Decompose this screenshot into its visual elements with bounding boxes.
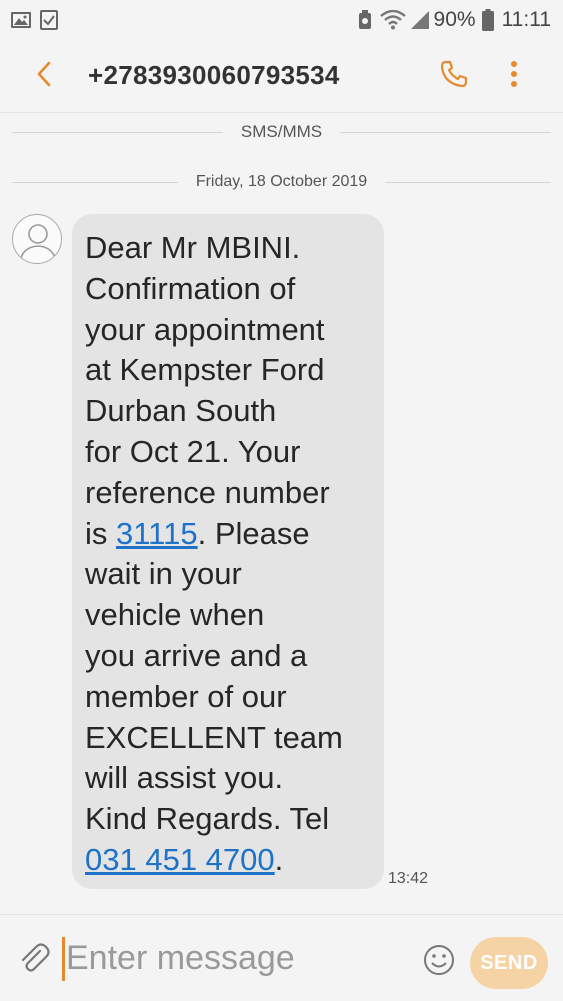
message-text: Dear Mr MBINI. Confirmation of your appo…	[85, 228, 374, 881]
channel-divider: SMS/MMS	[12, 120, 552, 144]
person-icon	[19, 224, 57, 262]
message-time: 13:42	[388, 870, 429, 887]
message-composer: SEND	[0, 914, 563, 1001]
signal-icon	[410, 10, 430, 30]
checklist-icon	[40, 10, 58, 30]
alarm-icon	[356, 9, 374, 31]
status-right: 90% 11:11	[356, 8, 551, 32]
wifi-icon	[379, 10, 406, 30]
status-time: 11:11	[501, 8, 551, 31]
phone-number-link[interactable]: 031 451 4700	[85, 842, 275, 877]
status-bar: 90% 11:11	[0, 0, 563, 40]
message-text-part3: .	[274, 841, 284, 877]
contact-number: +2783930060793534	[88, 60, 340, 90]
divider-line	[12, 181, 178, 183]
emoji-button[interactable]	[420, 943, 458, 981]
call-button[interactable]	[434, 56, 474, 96]
phone-icon	[439, 59, 469, 94]
date-divider: Friday, 18 October 2019	[12, 170, 552, 194]
reference-number-link[interactable]: 31115	[116, 516, 198, 551]
message-input[interactable]	[64, 935, 406, 981]
message-text-part2: . Please wait in your vehicle when you a…	[85, 515, 343, 837]
more-options-button[interactable]	[496, 56, 532, 96]
back-button[interactable]	[24, 56, 64, 96]
message-text-part1: Dear Mr MBINI. Confirmation of your appo…	[85, 230, 330, 551]
emoji-icon	[422, 943, 456, 982]
back-arrow-icon	[34, 60, 54, 93]
more-vert-icon	[510, 60, 518, 93]
date-label: Friday, 18 October 2019	[195, 173, 368, 190]
divider-line	[340, 131, 552, 133]
status-left	[10, 10, 58, 30]
divider-line	[385, 181, 552, 183]
channel-label: SMS/MMS	[240, 122, 323, 141]
battery-percent: 90%	[433, 8, 476, 31]
conversation-header: +2783930060793534	[0, 40, 563, 113]
send-button[interactable]: SEND	[470, 937, 548, 989]
divider-line	[12, 131, 223, 133]
message-bubble[interactable]: Dear Mr MBINI. Confirmation of your appo…	[72, 214, 384, 889]
battery-icon	[481, 9, 494, 31]
attach-button[interactable]	[14, 941, 54, 981]
paperclip-icon	[17, 942, 51, 981]
contact-avatar[interactable]	[12, 214, 62, 264]
image-icon	[10, 10, 32, 30]
